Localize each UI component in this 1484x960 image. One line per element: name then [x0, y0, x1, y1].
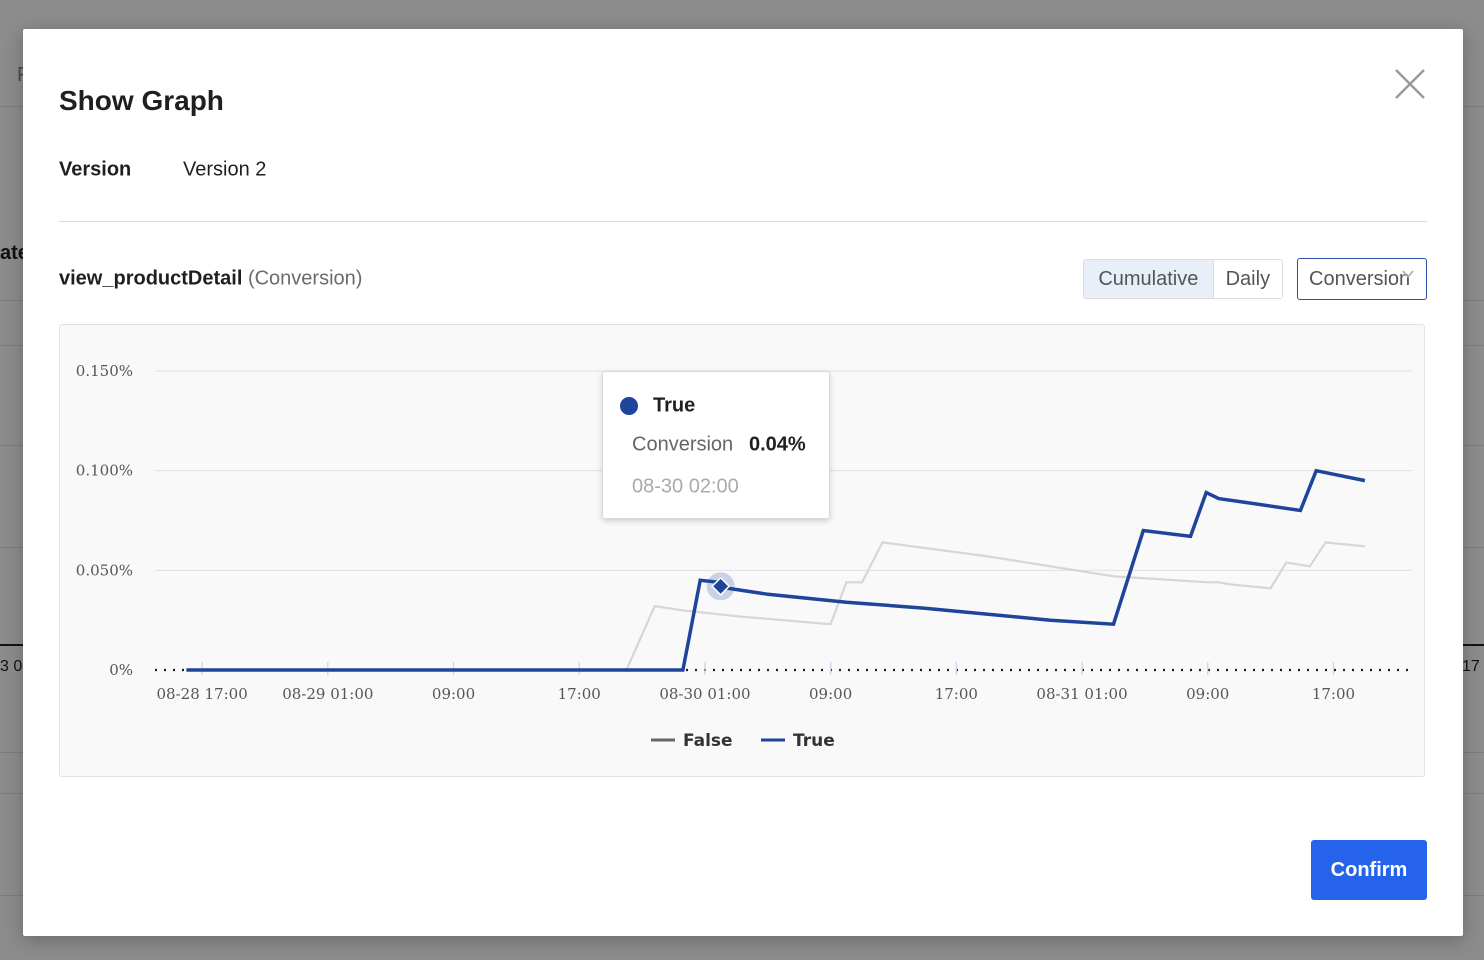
x-tick-label: 17:00: [558, 685, 601, 703]
chart-tooltip: True Conversion 0.04% 08-30 02:00: [602, 371, 830, 519]
metric-title: view_productDetail (Conversion): [59, 268, 362, 291]
version-value: Version 2: [183, 158, 267, 181]
modal-title: Show Graph: [59, 85, 224, 116]
x-tick-label: 08-30 01:00: [659, 685, 750, 703]
legend-label: False: [683, 731, 733, 751]
x-tick-label: 09:00: [1186, 685, 1229, 703]
version-label: Version: [59, 158, 132, 181]
metric-type-select[interactable]: Conversion: [1297, 258, 1427, 300]
confirm-button[interactable]: Confirm: [1311, 840, 1427, 900]
tooltip-value: 0.04%: [749, 433, 806, 456]
tooltip-time: 08-30 02:00: [632, 475, 739, 498]
tooltip-metric: Conversion: [632, 433, 734, 456]
y-tick-label: 0%: [109, 661, 133, 679]
metric-name: view_productDetail: [59, 267, 243, 290]
y-tick-label: 0.050%: [76, 561, 133, 579]
y-tick-label: 0.100%: [76, 462, 133, 480]
series-line-false: [186, 541, 1366, 672]
series-dot-icon: [620, 397, 638, 415]
metric-type: (Conversion): [247, 267, 363, 290]
x-tick-label: 09:00: [432, 685, 475, 703]
close-icon: [1395, 69, 1425, 99]
select-value: Conversion: [1309, 267, 1411, 290]
x-tick-label: 08-28 17:00: [157, 685, 248, 703]
chevron-down-icon: [1402, 270, 1414, 279]
x-tick-label: 17:00: [935, 685, 978, 703]
daily-button[interactable]: Daily: [1213, 260, 1282, 298]
show-graph-modal: Show Graph Version Version 2 view_produc…: [23, 29, 1463, 936]
aggregation-toggle: Cumulative Daily: [1083, 259, 1283, 299]
cumulative-button[interactable]: Cumulative: [1084, 260, 1214, 298]
tooltip-series: True: [653, 394, 696, 417]
close-button[interactable]: [1392, 66, 1428, 102]
legend-label: True: [793, 731, 835, 751]
x-tick-label: 08-29 01:00: [282, 685, 373, 703]
x-tick-label: 09:00: [809, 685, 852, 703]
section-divider: [59, 221, 1427, 222]
x-tick-label: 17:00: [1312, 685, 1355, 703]
x-tick-label: 08-31 01:00: [1036, 685, 1127, 703]
y-tick-label: 0.150%: [76, 362, 133, 380]
